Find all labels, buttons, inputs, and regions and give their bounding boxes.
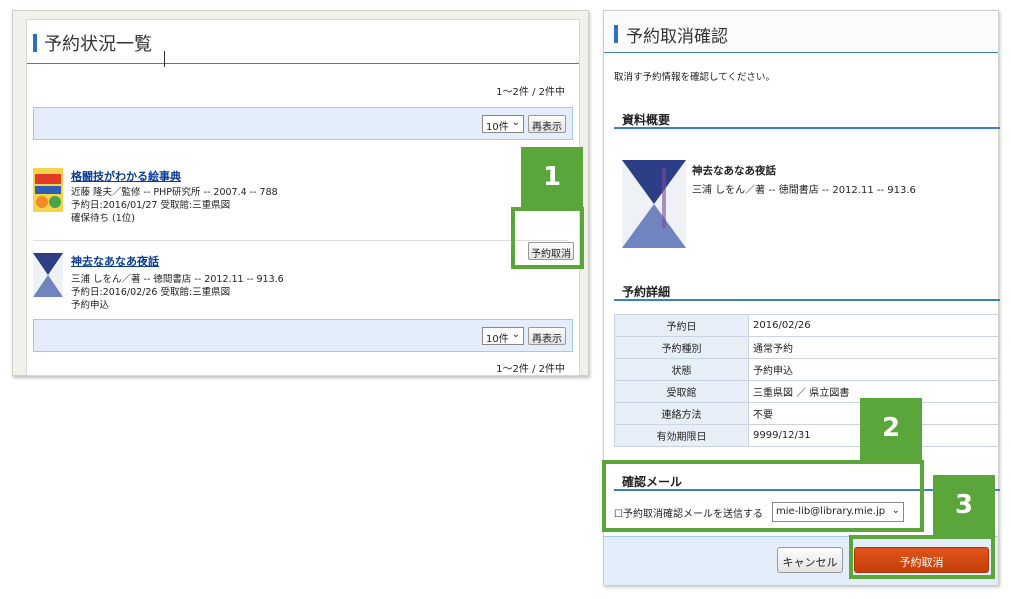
- refresh-button-top[interactable]: 再表示: [528, 115, 566, 133]
- cancel-button[interactable]: キャンセル: [777, 547, 843, 573]
- reservation-list-panel: 予約状況一覧 1～2件 / 2件中 10件 ⌄ 再表示 格闘技がわかる絵事典 近…: [12, 10, 589, 376]
- refresh-button-bottom[interactable]: 再表示: [528, 327, 566, 345]
- page-title: 予約状況一覧: [44, 34, 152, 55]
- table-row: 有効期限日 9999/12/31: [614, 424, 1000, 447]
- step-callout-2: 2: [860, 398, 922, 460]
- per-page-select-top[interactable]: 10件 ⌄: [482, 115, 524, 133]
- pager-top: 10件 ⌄ 再表示: [33, 107, 573, 140]
- page-title: 予約取消確認: [626, 27, 728, 47]
- section-heading-summary: 資料概要: [614, 107, 1000, 129]
- page-header: 予約取消確認: [604, 11, 998, 53]
- book-cover-image: [622, 160, 686, 248]
- reservation-info: 予約日:2016/01/27 受取館:三重県図: [71, 200, 231, 211]
- book-title: 神去なあなあ夜話: [692, 165, 776, 177]
- reservation-info: 予約日:2016/02/26 受取館:三重県図: [71, 287, 231, 298]
- per-page-value: 10件: [486, 334, 509, 345]
- book-title-link[interactable]: 神去なあなあ夜話: [71, 253, 159, 269]
- reservation-status: 予約申込: [71, 300, 110, 311]
- book-title-link[interactable]: 格闘技がわかる絵事典: [71, 168, 181, 184]
- item-divider: [33, 240, 568, 241]
- section-heading-detail: 予約詳細: [614, 279, 1000, 301]
- page-header: 予約状況一覧: [27, 20, 579, 67]
- table-row: 状態 予約申込: [614, 358, 1000, 381]
- reservation-status: 確保待ち (1位): [71, 213, 135, 224]
- highlight-confirm-button: [849, 535, 995, 579]
- book-meta: 近藤 隆夫／監修 -- PHP研究所 -- 2007.4 -- 788: [71, 187, 278, 198]
- result-count-top: 1～2件 / 2件中: [496, 87, 565, 98]
- book-cover-image: [33, 253, 63, 297]
- per-page-value: 10件: [486, 122, 509, 133]
- detail-label: 連絡方法: [614, 402, 749, 425]
- detail-label: 有効期限日: [614, 424, 749, 447]
- chevron-down-icon: ⌄: [511, 329, 520, 340]
- pager-bottom: 10件 ⌄ 再表示: [33, 319, 573, 352]
- detail-value: 予約申込: [748, 358, 1000, 381]
- detail-label: 状態: [614, 358, 749, 381]
- step-callout-3: 3: [933, 475, 995, 537]
- table-row: 受取館 三重県図 ／ 県立図書: [614, 380, 1000, 403]
- table-row: 連絡方法 不要: [614, 402, 1000, 425]
- chevron-down-icon: ⌄: [511, 117, 520, 128]
- highlight-cancel-button: [511, 207, 584, 269]
- per-page-select-bottom[interactable]: 10件 ⌄: [482, 327, 524, 345]
- table-row: 予約種別 通常予約: [614, 336, 1000, 359]
- table-row: 予約日 2016/02/26: [614, 314, 1000, 337]
- detail-value: 2016/02/26: [748, 314, 1000, 337]
- detail-label: 予約日: [614, 314, 749, 337]
- book-meta: 三浦 しをん／著 -- 徳間書店 -- 2012.11 -- 913.6: [692, 185, 916, 196]
- reservation-list-card: 予約状況一覧 1～2件 / 2件中 10件 ⌄ 再表示 格闘技がわかる絵事典 近…: [26, 19, 580, 376]
- detail-label: 予約種別: [614, 336, 749, 359]
- intro-text: 取消す予約情報を確認してください。: [614, 72, 775, 83]
- detail-value: 通常予約: [748, 336, 1000, 359]
- step-callout-1: 1: [521, 147, 583, 209]
- detail-label: 受取館: [614, 380, 749, 403]
- result-count-bottom: 1～2件 / 2件中: [496, 364, 565, 375]
- title-accent-bar: [33, 34, 37, 52]
- title-accent-bar: [614, 25, 618, 43]
- highlight-mail-section: [602, 460, 924, 532]
- book-cover-image: [33, 168, 63, 212]
- text-cursor: [164, 51, 165, 67]
- reservation-detail-table: 予約日 2016/02/26 予約種別 通常予約 状態 予約申込 受取館 三重県図 ／ …: [614, 314, 1000, 447]
- book-meta: 三浦 しをん／著 -- 徳間書店 -- 2012.11 -- 913.6: [71, 274, 284, 285]
